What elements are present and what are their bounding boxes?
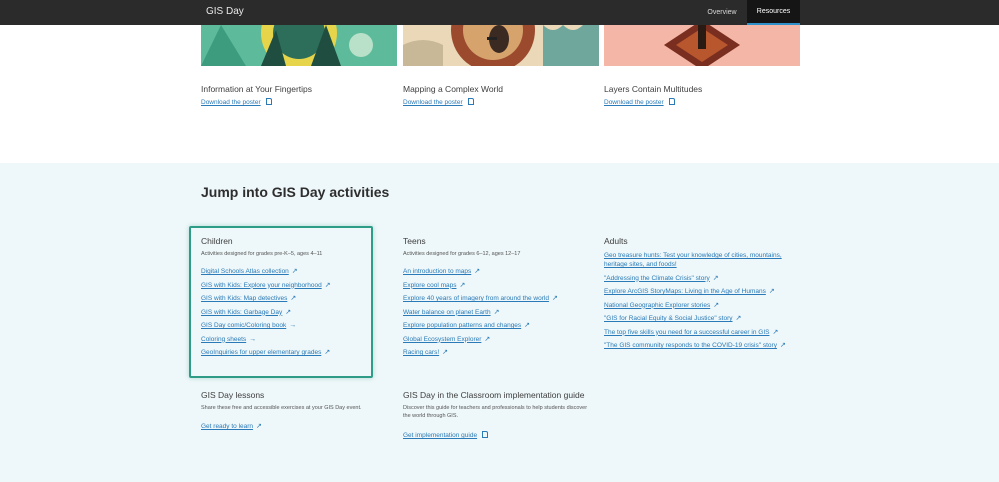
adults-link-list: Geo treasure hunts: Test your knowledge … xyxy=(604,251,794,355)
list-item: National Geographic Explorer stories ↗ xyxy=(604,301,794,310)
children-description: Activities designed for grades pre-K–5, … xyxy=(201,251,323,257)
section-heading: Jump into GIS Day activities xyxy=(201,184,390,200)
list-item: "Addressing the Climate Crisis" story ↗ xyxy=(604,274,794,283)
list-item: Racing cars! ↗ xyxy=(403,346,558,360)
adults-link[interactable]: "Addressing the Climate Crisis" story xyxy=(604,275,710,282)
teens-link[interactable]: Water balance on planet Earth xyxy=(403,309,491,316)
list-item: Explore ArcGIS StoryMaps: Living in the … xyxy=(604,287,794,296)
get-implementation-guide-link[interactable]: Get implementation guide xyxy=(403,431,489,439)
teens-link[interactable]: Explore population patterns and changes xyxy=(403,322,521,329)
list-item: Geo treasure hunts: Test your knowledge … xyxy=(604,251,794,269)
children-link[interactable]: Coloring sheets xyxy=(201,336,246,343)
nav-link-resources[interactable]: Resources xyxy=(747,0,800,25)
teens-link[interactable]: An introduction to maps xyxy=(403,268,471,275)
adults-link[interactable]: The top five skills you need for a succe… xyxy=(604,329,769,336)
adults-link[interactable]: "GIS for Racial Equity & Social Justice"… xyxy=(604,315,733,322)
children-link[interactable]: GIS with Kids: Garbage Day xyxy=(201,309,282,316)
external-link-icon: ↗ xyxy=(324,281,331,289)
children-link-list: Digital Schools Atlas collection ↗ GIS wi… xyxy=(201,265,331,360)
external-link-icon: ↗ xyxy=(713,301,720,309)
external-link-icon: ↗ xyxy=(291,268,298,275)
list-item: Explore cool maps ↗ xyxy=(403,279,558,293)
external-link-icon: ↗ xyxy=(256,423,262,430)
external-link-icon: ↗ xyxy=(290,295,297,302)
external-link-icon: ↗ xyxy=(474,268,481,275)
list-item: Digital Schools Atlas collection ↗ xyxy=(201,265,331,279)
children-link[interactable]: GIS with Kids: Map detectives xyxy=(201,295,287,302)
document-icon xyxy=(265,98,272,105)
list-item: Explore 40 years of imagery from around … xyxy=(403,292,558,306)
lessons-heading: GIS Day lessons xyxy=(201,390,265,400)
list-item: GIS with Kids: Explore your neighborhood… xyxy=(201,279,331,293)
external-link-icon: ↗ xyxy=(484,335,491,343)
adults-link[interactable]: Explore ArcGIS StoryMaps: Living in the … xyxy=(604,288,766,295)
download-poster-link-3[interactable]: Download the poster xyxy=(604,98,675,106)
arrow-right-icon: → xyxy=(249,335,257,343)
external-link-icon: ↗ xyxy=(324,349,331,356)
external-link-icon: ↗ xyxy=(285,308,292,316)
external-link-icon: ↗ xyxy=(772,328,779,336)
list-item: Water balance on planet Earth ↗ xyxy=(403,306,558,320)
get-ready-to-learn-link[interactable]: Get ready to learn ↗ xyxy=(201,422,262,430)
adults-link[interactable]: National Geographic Explorer stories xyxy=(604,302,710,309)
nav-link-overview[interactable]: Overview xyxy=(700,0,744,25)
external-link-icon: ↗ xyxy=(551,295,558,302)
classroom-guide-description: Discover this guide for teachers and pro… xyxy=(403,405,588,419)
list-item: "GIS for Racial Equity & Social Justice"… xyxy=(604,314,794,323)
adults-heading: Adults xyxy=(604,236,628,246)
lessons-description: Share these free and accessible exercise… xyxy=(201,405,362,411)
document-icon xyxy=(467,98,474,105)
teens-link[interactable]: Explore cool maps xyxy=(403,282,456,289)
document-icon xyxy=(668,98,675,105)
download-poster-link-2[interactable]: Download the poster xyxy=(403,98,474,106)
teens-description: Activities designed for grades 6–12, age… xyxy=(403,251,521,257)
adults-link[interactable]: "The GIS community responds to the COVID… xyxy=(604,342,777,349)
poster-title-layers: Layers Contain Multitudes xyxy=(604,84,703,94)
list-item: GeoInquiries for upper elementary grades… xyxy=(201,346,331,360)
children-heading: Children xyxy=(201,236,233,246)
external-link-icon: ↗ xyxy=(735,315,742,322)
classroom-guide-heading: GIS Day in the Classroom implementation … xyxy=(403,390,585,400)
poster-title-fingertips: Information at Your Fingertips xyxy=(201,84,313,94)
teens-heading: Teens xyxy=(403,236,426,246)
list-item: An introduction to maps ↗ xyxy=(403,265,558,279)
top-nav: GIS Day Overview Resources xyxy=(0,0,999,25)
list-item: The top five skills you need for a succe… xyxy=(604,328,794,337)
teens-link[interactable]: Racing cars! xyxy=(403,349,439,356)
external-link-icon: ↗ xyxy=(524,322,531,329)
list-item: "The GIS community responds to the COVID… xyxy=(604,341,794,350)
children-link[interactable]: Digital Schools Atlas collection xyxy=(201,268,289,275)
poster-image-layers xyxy=(604,25,800,66)
adults-link[interactable]: Geo treasure hunts: Test your knowledge … xyxy=(604,252,782,268)
document-icon xyxy=(482,431,489,438)
list-item: GIS with Kids: Garbage Day ↗ xyxy=(201,306,331,320)
list-item: Coloring sheets → xyxy=(201,333,331,347)
external-link-icon: ↗ xyxy=(712,274,719,282)
poster-title-complex-world: Mapping a Complex World xyxy=(403,84,503,94)
brand-title[interactable]: GIS Day xyxy=(206,6,244,17)
external-link-icon: ↗ xyxy=(459,281,466,289)
external-link-icon: ↗ xyxy=(779,342,786,349)
teens-link[interactable]: Global Ecosystem Explorer xyxy=(403,336,481,343)
external-link-icon: ↗ xyxy=(493,308,500,316)
list-item: Explore population patterns and changes ↗ xyxy=(403,319,558,333)
poster-image-fingertips xyxy=(201,25,397,66)
poster-image-complex-world xyxy=(403,25,599,66)
children-link[interactable]: GIS with Kids: Explore your neighborhood xyxy=(201,282,322,289)
external-link-icon: ↗ xyxy=(768,288,775,295)
children-link[interactable]: GeoInquiries for upper elementary grades xyxy=(201,349,321,356)
children-link[interactable]: GIS Day comic/Coloring book xyxy=(201,322,286,329)
teens-link-list: An introduction to maps ↗ Explore cool ma… xyxy=(403,265,558,360)
list-item: GIS with Kids: Map detectives ↗ xyxy=(201,292,331,306)
teens-link[interactable]: Explore 40 years of imagery from around … xyxy=(403,295,549,302)
external-link-icon: ↗ xyxy=(442,349,448,356)
download-poster-link-1[interactable]: Download the poster xyxy=(201,98,272,106)
list-item: GIS Day comic/Coloring book → xyxy=(201,319,331,333)
arrow-right-icon: → xyxy=(289,322,297,329)
list-item: Global Ecosystem Explorer ↗ xyxy=(403,333,558,347)
